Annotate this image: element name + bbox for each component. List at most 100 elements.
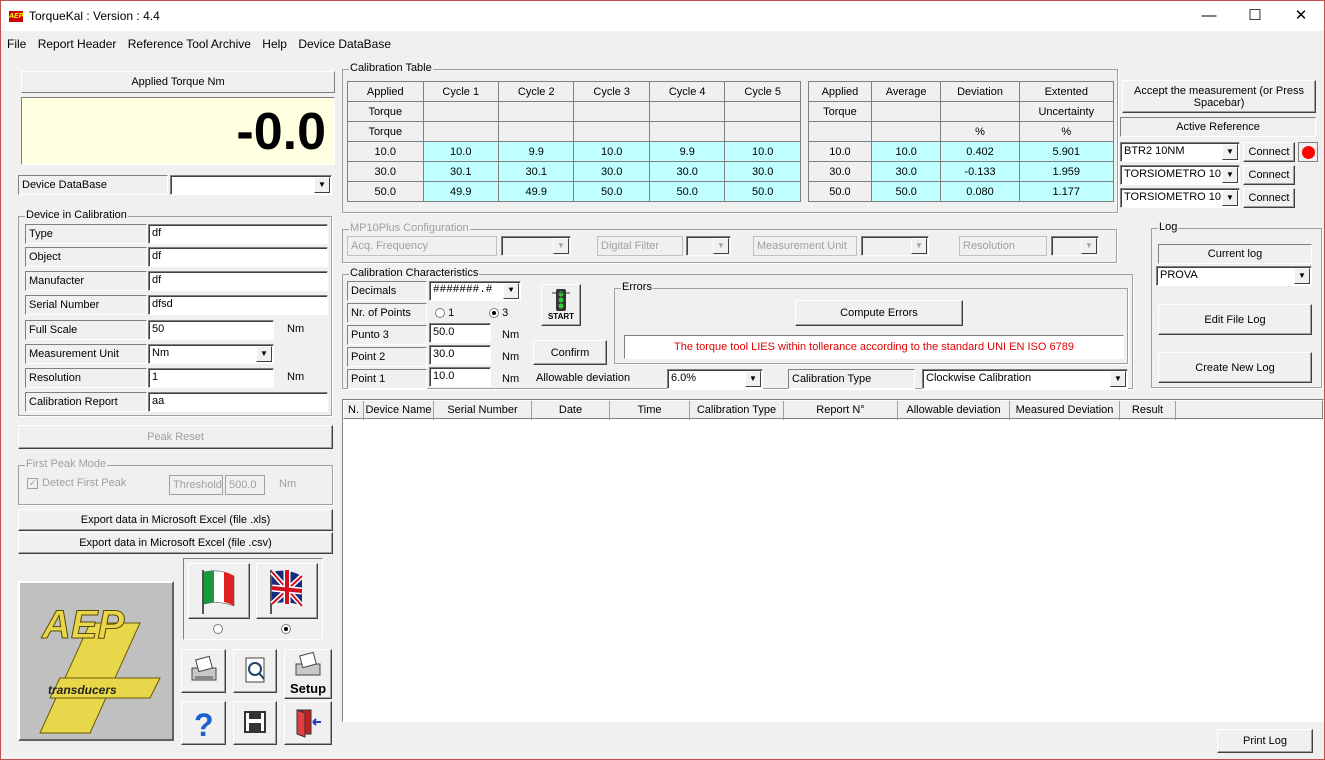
table-cell: 10.0 [808,141,872,162]
table-cell [422,101,500,122]
chevron-down-icon: ▼ [745,371,761,387]
edit-file-log-button[interactable]: Edit File Log [1158,304,1312,335]
minimize-button[interactable]: — [1186,1,1232,31]
results-column-header[interactable]: Allowable deviation [898,401,1010,420]
device-field-input[interactable]: 1 [148,368,274,388]
uk-flag-button[interactable] [256,563,318,619]
device-field-input[interactable]: df [148,224,328,244]
results-column-header[interactable]: Date [532,401,610,420]
compute-errors-button[interactable]: Compute Errors [795,300,963,326]
table-cell [808,121,872,142]
measurement-unit-select[interactable]: Nm ▼ [148,344,274,364]
chevron-down-icon: ▼ [256,346,272,362]
menu-report-header[interactable]: Report Header [38,37,117,51]
table-cell [573,101,650,122]
table-cell: % [940,121,1020,142]
italian-radio[interactable] [213,623,223,635]
point-3-label: Punto 3 [347,325,427,345]
chevron-down-icon: ▼ [1081,238,1097,254]
table-cell [497,121,575,142]
setup-button[interactable]: Setup [284,649,332,699]
detect-first-peak-checkbox[interactable]: ✓ Detect First Peak [27,477,126,489]
connect-button[interactable]: Connect [1243,188,1295,208]
device-field-label: Type [25,224,147,244]
calibration-type-label: Calibration Type [788,369,915,389]
point-1-unit: Nm [502,373,520,385]
device-field-input[interactable]: df [148,247,328,267]
print-preview-button[interactable] [233,649,277,693]
table-cell: 30.0 [347,161,424,182]
results-header-row: N. Device Name Serial Number Date Time Calibr… [343,400,1323,420]
results-column-header[interactable]: N. [344,401,364,420]
connect-button[interactable]: Connect [1243,165,1295,185]
main-window: AEP TorqueKal : Version : 4.4 — ☐ ✕ File… [0,0,1325,760]
device-field-input[interactable]: aa [148,392,328,412]
reference-tool-select[interactable]: BTR2 10NM ▼ [1120,142,1240,162]
results-column-header[interactable]: Result [1120,401,1176,420]
results-column-header[interactable]: Device Name [364,401,434,420]
chevron-down-icon: ▼ [314,177,330,193]
export-csv-button[interactable]: Export data in Microsoft Excel (file .cs… [18,532,333,554]
menu-file[interactable]: File [7,37,26,51]
calibration-type-select[interactable]: Clockwise Calibration ▼ [922,369,1128,389]
results-list[interactable]: N. Device Name Serial Number Date Time Calibr… [342,399,1324,722]
table-cell: Cycle 2 [497,81,575,102]
start-button[interactable]: START [541,284,581,326]
results-column-header[interactable]: Report N° [784,401,898,420]
threshold-unit: Nm [279,478,297,490]
italy-flag-icon [202,570,235,614]
table-cell: 10.0 [573,141,650,162]
error-result-message: The torque tool LIES within tollerance a… [624,335,1124,359]
exit-button[interactable] [284,701,332,745]
calibration-characteristics-title: Calibration Characteristics [349,267,480,279]
cycles-header-row: Applied Cycle 1 Cycle 2 Cycle 3 Cycle 4 Cycle… [347,81,801,102]
allowable-deviation-select[interactable]: 6.0% ▼ [667,369,763,389]
device-field-input[interactable]: 50 [148,320,274,340]
reference-tool-select[interactable]: TORSIOMETRO 10 ▼ [1120,165,1240,185]
print-button[interactable] [181,649,226,693]
floppy-disk-icon [244,711,266,733]
confirm-button[interactable]: Confirm [533,340,607,365]
menu-help[interactable]: Help [262,37,287,51]
point-1-input[interactable]: 10.0 [429,367,491,387]
create-new-log-button[interactable]: Create New Log [1158,352,1312,383]
device-field-input[interactable]: df [148,271,328,291]
point-3-input[interactable]: 50.0 [429,323,491,343]
italian-flag-button[interactable] [188,563,250,619]
threshold-input[interactable]: 500.0 [225,475,265,495]
results-column-header[interactable]: Measured Deviation [1010,401,1120,420]
print-log-button[interactable]: Print Log [1217,729,1313,753]
points-3-radio[interactable]: 3 [489,307,508,319]
save-button[interactable] [233,701,277,745]
device-field-label: Object [25,247,147,267]
decimals-select[interactable]: #######.# ▼ [429,281,521,301]
close-button[interactable]: ✕ [1278,1,1324,31]
table-cell: 30.0 [724,161,801,182]
results-column-header[interactable]: Calibration Type [690,401,784,420]
points-1-radio[interactable]: 1 [435,307,454,319]
export-xls-button[interactable]: Export data in Microsoft Excel (file .xl… [18,509,333,531]
english-radio[interactable] [281,623,291,635]
peak-reset-button[interactable]: Peak Reset [18,425,333,449]
point-2-input[interactable]: 30.0 [429,345,491,365]
status-dot-icon [1301,145,1315,159]
connect-button[interactable]: Connect [1243,142,1295,162]
current-log-label: Current log [1158,244,1312,264]
device-field-input[interactable]: dfsd [148,295,328,315]
table-cell [648,121,726,142]
summary-header-row: Applied Average Deviation Extented [808,81,1115,102]
chevron-down-icon: ▼ [911,238,927,254]
results-column-header[interactable]: Time [610,401,690,420]
aep-logo: AEP transducers [18,581,174,741]
point-3-unit: Nm [502,329,520,341]
reference-tool-select[interactable]: TORSIOMETRO 10 ▼ [1120,188,1240,208]
accept-measurement-button[interactable]: Accept the measurement (or Press Spaceba… [1122,80,1316,113]
device-database-select[interactable]: ▼ [170,175,332,195]
current-log-select[interactable]: PROVA ▼ [1156,266,1312,286]
menu-reference-tool-archive[interactable]: Reference Tool Archive [128,37,251,51]
menu-device-database[interactable]: Device DataBase [298,37,391,51]
help-button[interactable]: ? [181,701,226,745]
table-cell [870,101,942,122]
maximize-button[interactable]: ☐ [1232,1,1278,31]
results-column-header[interactable]: Serial Number [434,401,532,420]
